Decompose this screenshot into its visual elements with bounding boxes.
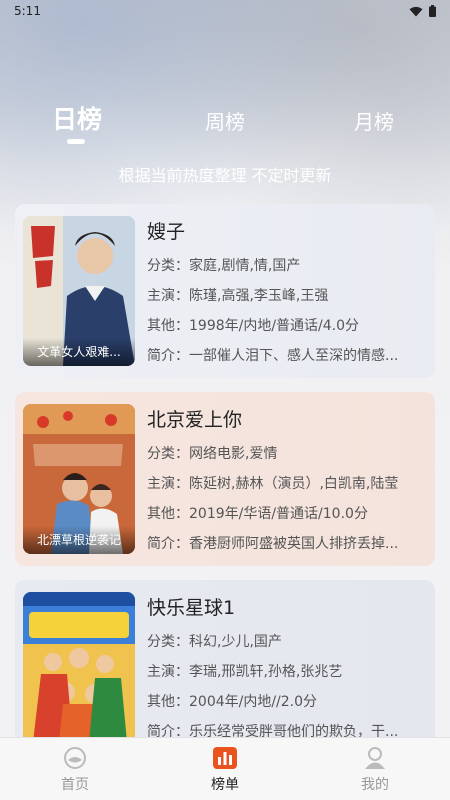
chart-icon	[212, 746, 238, 770]
item-info: 北京爱上你 分类：网络电影,爱情 主演：陈延树,赫林（演员）,白凯南,陆莹 其他…	[147, 406, 422, 559]
wifi-icon	[409, 6, 423, 17]
nav-chart[interactable]: 榜单	[150, 738, 300, 800]
item-cast: 主演：李瑞,邢凯轩,孙格,张兆艺	[147, 664, 343, 680]
nav-mine[interactable]: 我的	[300, 738, 450, 800]
list-item[interactable]: 北漂草根逆袭记 北京爱上你 分类：网络电影,爱情 主演：陈延树,赫林（演员）,白…	[15, 392, 435, 566]
item-other: 其他：2004年/内地//2.0分	[147, 694, 318, 710]
item-title: 嫂子	[147, 221, 186, 243]
poster-image: 文革女人艰难...	[23, 216, 135, 366]
poster-caption: 文革女人艰难...	[23, 338, 135, 366]
tab-weekly[interactable]: 周榜	[198, 106, 252, 135]
nav-mine-label: 我的	[361, 777, 389, 793]
ranking-tabs: 日榜 周榜 月榜	[0, 100, 450, 150]
item-title: 快乐星球1	[147, 597, 236, 619]
item-title: 北京爱上你	[147, 409, 243, 431]
poster-image	[23, 592, 135, 742]
home-icon	[62, 746, 88, 770]
item-info: 快乐星球1 分类：科幻,少儿,国产 主演：李瑞,邢凯轩,孙格,张兆艺 其他：20…	[147, 594, 422, 747]
tab-monthly[interactable]: 月榜	[347, 106, 401, 135]
ranking-subtitle: 根据当前热度整理 不定时更新	[118, 166, 332, 185]
status-bar: 5:11	[0, 0, 450, 22]
item-category: 分类：科幻,少儿,国产	[147, 634, 282, 650]
item-category: 分类：家庭,剧情,情,国产	[147, 258, 301, 274]
battery-icon	[429, 5, 436, 17]
status-time: 5:11	[14, 4, 41, 18]
nav-home-label: 首页	[61, 777, 89, 793]
poster-caption: 北漂草根逆袭记	[23, 526, 135, 554]
tab-active-indicator	[67, 139, 85, 144]
nav-home[interactable]: 首页	[0, 738, 150, 800]
tab-daily[interactable]: 日榜	[50, 100, 104, 136]
item-info: 嫂子 分类：家庭,剧情,情,国产 主演：陈瑾,高强,李玉峰,王强 其他：1998…	[147, 218, 422, 371]
item-category: 分类：网络电影,爱情	[147, 446, 278, 462]
item-cast: 主演：陈延树,赫林（演员）,白凯南,陆莹	[147, 476, 399, 492]
item-summary: 简介：一部催人泪下、感人至深的情感...	[147, 348, 399, 364]
bottom-nav: 首页 榜单 我的	[0, 737, 450, 800]
poster-image: 北漂草根逆袭记	[23, 404, 135, 554]
user-icon	[362, 746, 388, 770]
item-cast: 主演：陈瑾,高强,李玉峰,王强	[147, 288, 329, 304]
status-icons	[409, 5, 436, 17]
item-summary: 简介：香港厨师阿盛被英国人排挤丢掉...	[147, 536, 399, 552]
list-item[interactable]: 文革女人艰难... 嫂子 分类：家庭,剧情,情,国产 主演：陈瑾,高强,李玉峰,…	[15, 204, 435, 378]
nav-chart-label: 榜单	[211, 777, 239, 793]
item-other: 其他：2019年/华语/普通话/10.0分	[147, 506, 368, 522]
item-other: 其他：1998年/内地/普通话/4.0分	[147, 318, 360, 334]
